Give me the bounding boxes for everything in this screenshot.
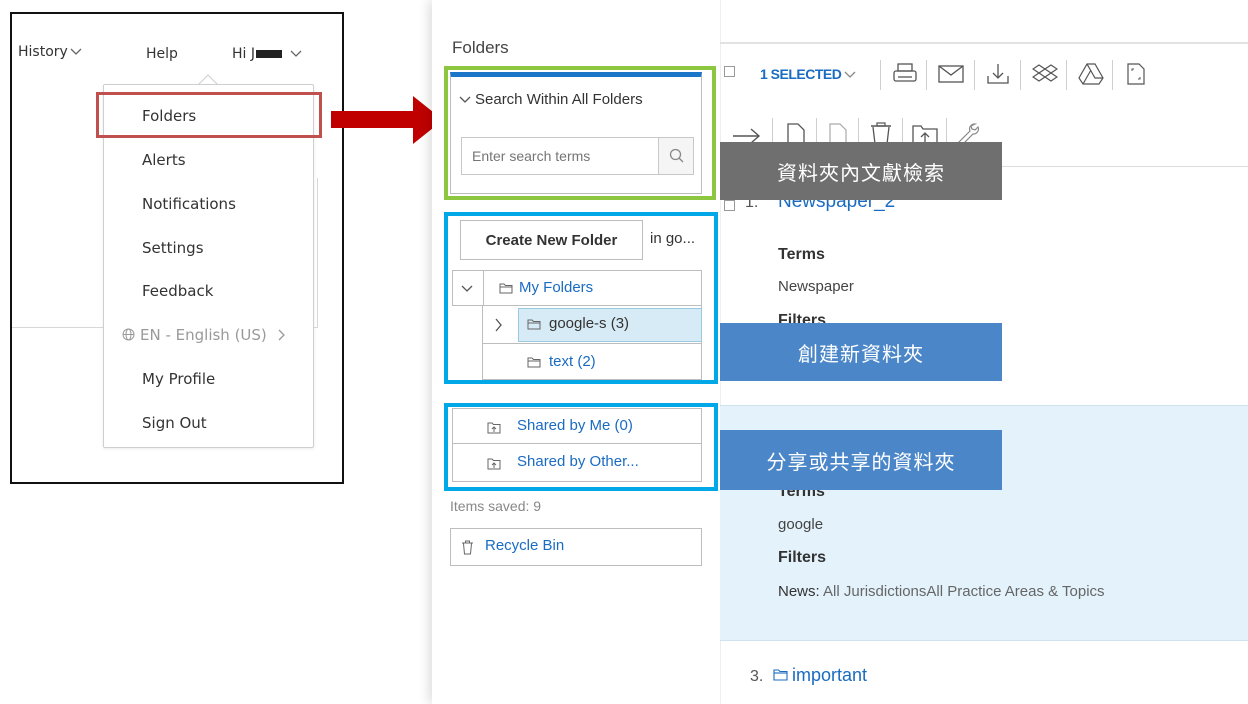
callout-search-within-folders: 資料夾內文獻檢索 xyxy=(720,142,1002,200)
toolbar-separator xyxy=(1066,60,1067,90)
menu-item-settings[interactable]: Settings xyxy=(142,239,204,257)
toolbar-separator xyxy=(1112,60,1113,90)
menu-item-feedback[interactable]: Feedback xyxy=(142,282,213,300)
toolbar-separator xyxy=(974,60,975,90)
folders-page-screenshot: Folders Search Within All Folders Create… xyxy=(432,0,1248,704)
select-checkbox[interactable] xyxy=(724,66,736,78)
print-icon[interactable] xyxy=(892,62,918,86)
result-2-terms-value: google xyxy=(778,516,824,533)
google-drive-icon[interactable] xyxy=(1078,62,1104,86)
user-dropdown-menu: Folders Alerts Notifications Settings Fe… xyxy=(103,84,314,448)
create-folder-section-outline xyxy=(444,212,718,384)
fullscreen-doc-icon[interactable] xyxy=(1126,62,1146,86)
selected-count-label: 1 SELECTED xyxy=(760,66,842,82)
folders-highlight-box xyxy=(96,92,322,138)
nav-history[interactable]: History xyxy=(18,44,82,60)
callout-create-new-folder: 創建新資料夾 xyxy=(720,323,1002,381)
menu-item-language[interactable]: EN - English (US) xyxy=(122,326,286,344)
trash-icon xyxy=(462,540,473,555)
chevron-right-icon xyxy=(278,329,285,341)
result-3-title[interactable]: important xyxy=(792,665,867,686)
redacted-name xyxy=(256,50,282,58)
menu-item-my-profile[interactable]: My Profile xyxy=(142,370,215,388)
folder-icon xyxy=(773,669,788,681)
account-menu-screenshot: History Help Hi J Folders Alerts Notific… xyxy=(10,12,344,484)
nav-user-menu[interactable]: Hi J xyxy=(232,46,302,62)
result-2-filters-line: News: All JurisdictionsAll Practice Area… xyxy=(778,583,1105,600)
shared-folders-section-outline xyxy=(444,403,718,491)
result-1-terms-value: Newspaper xyxy=(778,278,854,295)
download-icon[interactable] xyxy=(986,62,1010,86)
chevron-down-icon xyxy=(290,50,302,57)
result-3-number: 3. xyxy=(750,668,764,685)
pointer-arrow-shaft xyxy=(331,111,415,128)
result-1-terms-label: Terms xyxy=(778,246,825,263)
nav-history-label: History xyxy=(18,44,68,60)
callout-shared-folders: 分享或共享的資料夾 xyxy=(720,430,1002,490)
toolbar-separator xyxy=(880,60,881,90)
menu-item-notifications[interactable]: Notifications xyxy=(142,195,236,213)
globe-icon xyxy=(122,328,135,341)
result-checkbox[interactable] xyxy=(724,200,736,212)
language-label: EN - English (US) xyxy=(140,326,267,344)
result-2-filters-value: All JurisdictionsAll Practice Areas & To… xyxy=(819,583,1105,600)
chevron-down-icon xyxy=(70,48,82,55)
user-greeting: Hi J xyxy=(232,46,255,62)
menu-item-sign-out[interactable]: Sign Out xyxy=(142,414,207,432)
search-section-outline xyxy=(444,66,716,200)
toolbar-top-border xyxy=(720,42,1248,44)
email-icon[interactable] xyxy=(938,64,964,84)
recycle-bin-link[interactable]: Recycle Bin xyxy=(450,528,702,566)
result-2-filters-prefix: News: xyxy=(778,583,820,600)
menu-item-alerts[interactable]: Alerts xyxy=(142,151,186,169)
items-saved-count: Items saved: 9 xyxy=(450,498,542,514)
toolbar-separator xyxy=(926,60,927,90)
chevron-down-icon xyxy=(844,71,856,79)
recycle-bin-label: Recycle Bin xyxy=(485,537,565,554)
toolbar-separator xyxy=(1020,60,1021,90)
nav-help[interactable]: Help xyxy=(146,46,178,62)
folders-heading: Folders xyxy=(452,38,509,57)
result-2-filters-label: Filters xyxy=(778,549,827,566)
dropbox-icon[interactable] xyxy=(1032,62,1058,86)
selected-count-dropdown[interactable]: 1 SELECTED xyxy=(760,66,856,82)
